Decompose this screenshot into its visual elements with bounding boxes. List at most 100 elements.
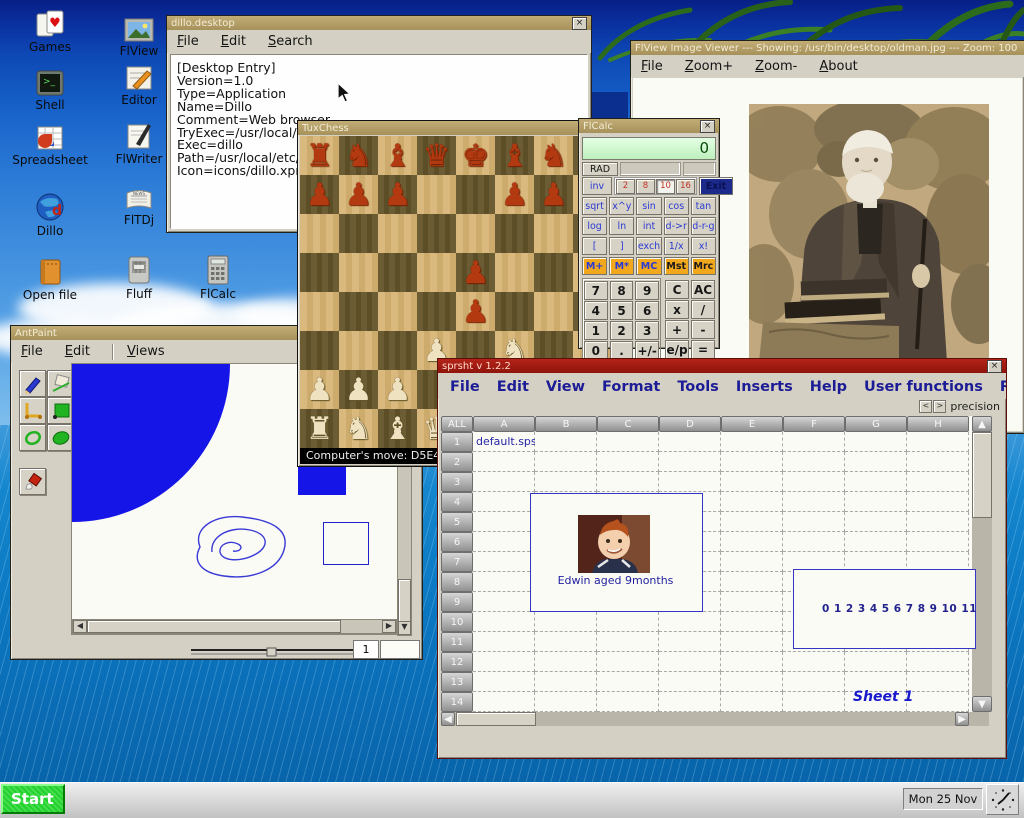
cell[interactable]	[721, 672, 783, 692]
cell[interactable]	[473, 472, 535, 492]
sheet-number-object[interactable]: 0 1 2 3 4 5 6 7 8 9 10 11 12 13 1	[793, 569, 976, 649]
row-header[interactable]: 14	[441, 692, 473, 712]
board-square[interactable]: ♝	[495, 136, 534, 175]
cell[interactable]	[721, 632, 783, 652]
scroll-up-icon[interactable]: ▲	[972, 416, 992, 432]
cell[interactable]	[721, 612, 783, 632]
cell[interactable]	[659, 672, 721, 692]
column-header[interactable]: D	[659, 416, 721, 432]
row-header[interactable]: 8	[441, 572, 473, 592]
board-square[interactable]	[534, 253, 573, 292]
calc-btn-AC[interactable]: AC	[691, 280, 715, 299]
board-square[interactable]: ♞	[534, 136, 573, 175]
calc-btn-x[interactable]: x	[665, 300, 689, 319]
cell[interactable]	[907, 692, 969, 712]
board-square[interactable]	[378, 331, 417, 370]
menu-item-file[interactable]: File	[177, 34, 199, 49]
cell[interactable]	[597, 472, 659, 492]
calc-btn-M+[interactable]: M+	[582, 257, 607, 275]
board-square[interactable]: ♚	[456, 136, 495, 175]
calc-btn-C[interactable]: C	[665, 280, 689, 299]
menu-item-format[interactable]: Format	[602, 379, 660, 395]
row-header[interactable]: 1	[441, 432, 473, 452]
board-square[interactable]	[534, 292, 573, 331]
calc-btn-int[interactable]: int	[636, 217, 661, 235]
flview-titlebar[interactable]: FlView Image Viewer --- Showing: /usr/bi…	[631, 41, 1024, 55]
cell[interactable]	[845, 452, 907, 472]
board-square[interactable]	[378, 253, 417, 292]
cell[interactable]	[597, 672, 659, 692]
cell[interactable]	[845, 512, 907, 532]
menu-item-views[interactable]: Views	[127, 344, 165, 359]
row-header[interactable]: 4	[441, 492, 473, 512]
scroll-right-icon[interactable]: ▶	[382, 620, 396, 633]
column-header[interactable]: C	[597, 416, 659, 432]
column-header[interactable]: F	[783, 416, 845, 432]
calc-btn-4[interactable]: 4	[584, 301, 608, 320]
cell[interactable]	[535, 612, 597, 632]
pencil-tool-button[interactable]	[19, 370, 46, 397]
menu-item-user-functions[interactable]: User functions	[864, 379, 983, 395]
board-square[interactable]	[300, 292, 339, 331]
calc-btn-7[interactable]: 7	[584, 281, 608, 300]
board-square[interactable]	[300, 331, 339, 370]
desktop-icon-fluff[interactable]: Fluff	[101, 255, 177, 301]
board-square[interactable]: ♟	[456, 253, 495, 292]
filled-rect-tool-button[interactable]	[47, 397, 74, 424]
cell[interactable]	[721, 472, 783, 492]
calc-btn-/[interactable]: /	[691, 300, 715, 319]
board-square[interactable]	[456, 214, 495, 253]
sheet-tab-label[interactable]: Sheet 1	[853, 689, 913, 705]
cell[interactable]	[845, 532, 907, 552]
row-header[interactable]: 7	[441, 552, 473, 572]
cell[interactable]	[845, 652, 907, 672]
calc-btn-5[interactable]: 5	[610, 301, 634, 320]
cell[interactable]	[659, 652, 721, 672]
column-header[interactable]: A	[473, 416, 535, 432]
start-button[interactable]: Start	[1, 784, 65, 814]
calc-btn-2[interactable]: 2	[610, 321, 634, 340]
row-header[interactable]: 12	[441, 652, 473, 672]
clock-button[interactable]	[986, 784, 1019, 815]
cell[interactable]	[535, 672, 597, 692]
cell[interactable]	[473, 492, 535, 512]
board-square[interactable]: ♞	[339, 136, 378, 175]
calc-btn-d->r[interactable]: d->r	[664, 217, 689, 235]
cell[interactable]	[721, 492, 783, 512]
menu-item-zoom-[interactable]: Zoom-	[755, 59, 797, 74]
row-header[interactable]: 10	[441, 612, 473, 632]
menu-item-edit[interactable]: Edit	[221, 34, 246, 49]
calc-btn-=[interactable]: =	[691, 340, 715, 359]
calc-btn-1/x[interactable]: 1/x	[664, 237, 689, 255]
menu-item-file[interactable]: File	[641, 59, 663, 74]
calc-btn-1[interactable]: 1	[584, 321, 608, 340]
axis-tool-button[interactable]	[19, 397, 46, 424]
hscroll-thumb[interactable]	[87, 620, 341, 633]
calc-btn-6[interactable]: 6	[635, 301, 659, 320]
desktop-icon-shell[interactable]: >_ Shell	[12, 70, 88, 112]
cell[interactable]	[473, 452, 535, 472]
cell[interactable]	[473, 692, 535, 712]
calc-btn-e/p[interactable]: e/p	[665, 340, 689, 359]
desktop-icon-dillo[interactable]: d Dillo	[12, 192, 88, 238]
scroll-down-icon[interactable]: ▼	[398, 621, 411, 635]
calc-btn-MC[interactable]: MC	[636, 257, 661, 275]
calc-btn-sin[interactable]: sin	[636, 197, 661, 215]
menu-item-run[interactable]: Run	[1000, 379, 1006, 395]
calc-btn-exit[interactable]: Exit	[699, 177, 733, 195]
cell[interactable]	[473, 672, 535, 692]
cell[interactable]	[783, 692, 845, 712]
cell[interactable]	[907, 492, 969, 512]
cell[interactable]	[907, 652, 969, 672]
menu-item-about[interactable]: About	[819, 59, 857, 74]
row-header[interactable]: 3	[441, 472, 473, 492]
board-square[interactable]	[300, 253, 339, 292]
board-square[interactable]	[339, 253, 378, 292]
cell[interactable]	[907, 532, 969, 552]
cell[interactable]	[845, 492, 907, 512]
canvas-hscrollbar[interactable]: ◀ ▶	[72, 619, 397, 634]
calc-btn-cos[interactable]: cos	[664, 197, 689, 215]
column-header[interactable]: E	[721, 416, 783, 432]
board-square[interactable]	[417, 214, 456, 253]
desktop-icon-spreadsheet[interactable]: Spreadsheet	[6, 125, 94, 167]
